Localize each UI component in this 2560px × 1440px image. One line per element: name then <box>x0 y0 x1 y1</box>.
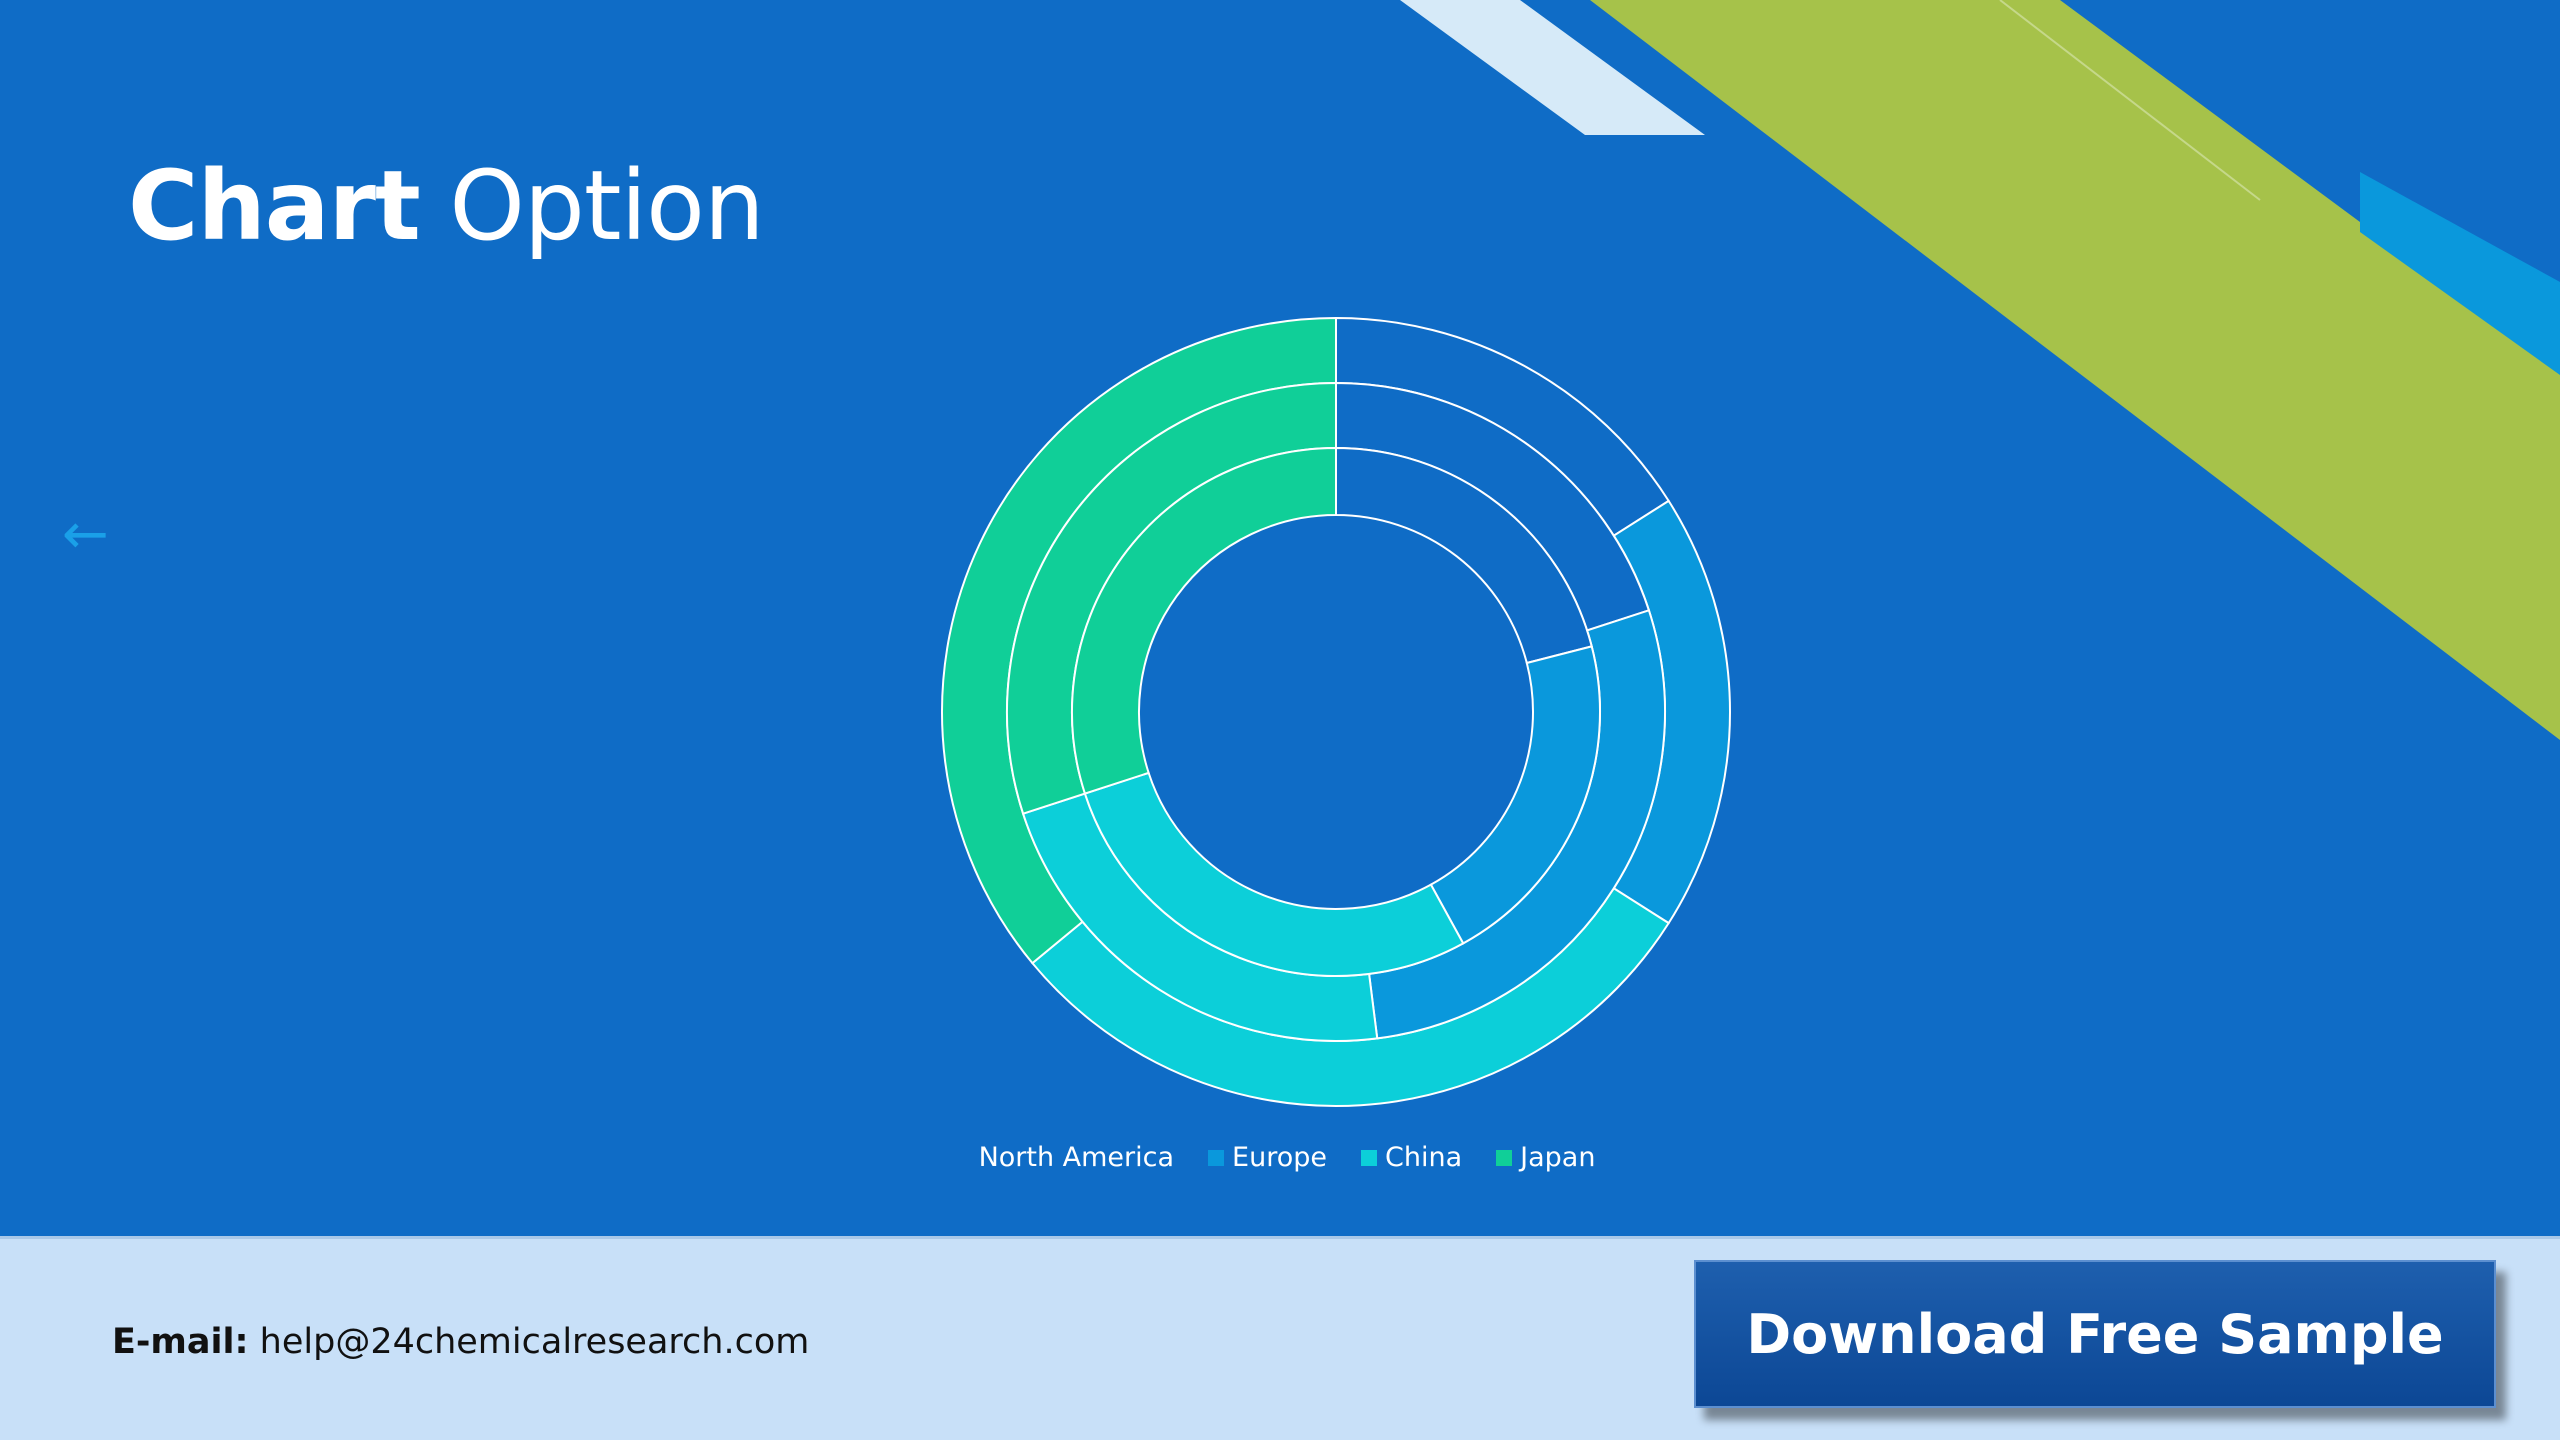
doughnut-chart <box>941 316 1731 1108</box>
legend-swatch-europe <box>1208 1149 1225 1166</box>
chart-legend: North America Europe China Japan <box>0 1142 2555 1173</box>
legend-label-europe: Europe <box>1232 1142 1327 1173</box>
legend-swatch-north-america <box>954 1149 971 1166</box>
legend-item-china: China <box>1361 1142 1462 1173</box>
download-free-sample-button[interactable]: Download Free Sample <box>1694 1260 2496 1408</box>
legend-label-japan: Japan <box>1520 1142 1596 1173</box>
download-button-label: Download Free Sample <box>1746 1302 2444 1366</box>
email-label: E-mail: <box>112 1322 249 1362</box>
legend-swatch-china <box>1361 1149 1377 1166</box>
email-link[interactable]: help@24chemicalresearch.com <box>260 1322 810 1362</box>
legend-label-north-america: North America <box>978 1142 1175 1173</box>
legend-label-china: China <box>1385 1142 1463 1173</box>
legend-item-north-america: North America <box>954 1142 1175 1173</box>
legend-item-japan: Japan <box>1496 1142 1595 1173</box>
legend-item-europe: Europe <box>1208 1142 1327 1173</box>
email-contact: E-mail: help@24chemicalresearch.com <box>112 1322 809 1362</box>
legend-swatch-japan <box>1496 1149 1513 1166</box>
